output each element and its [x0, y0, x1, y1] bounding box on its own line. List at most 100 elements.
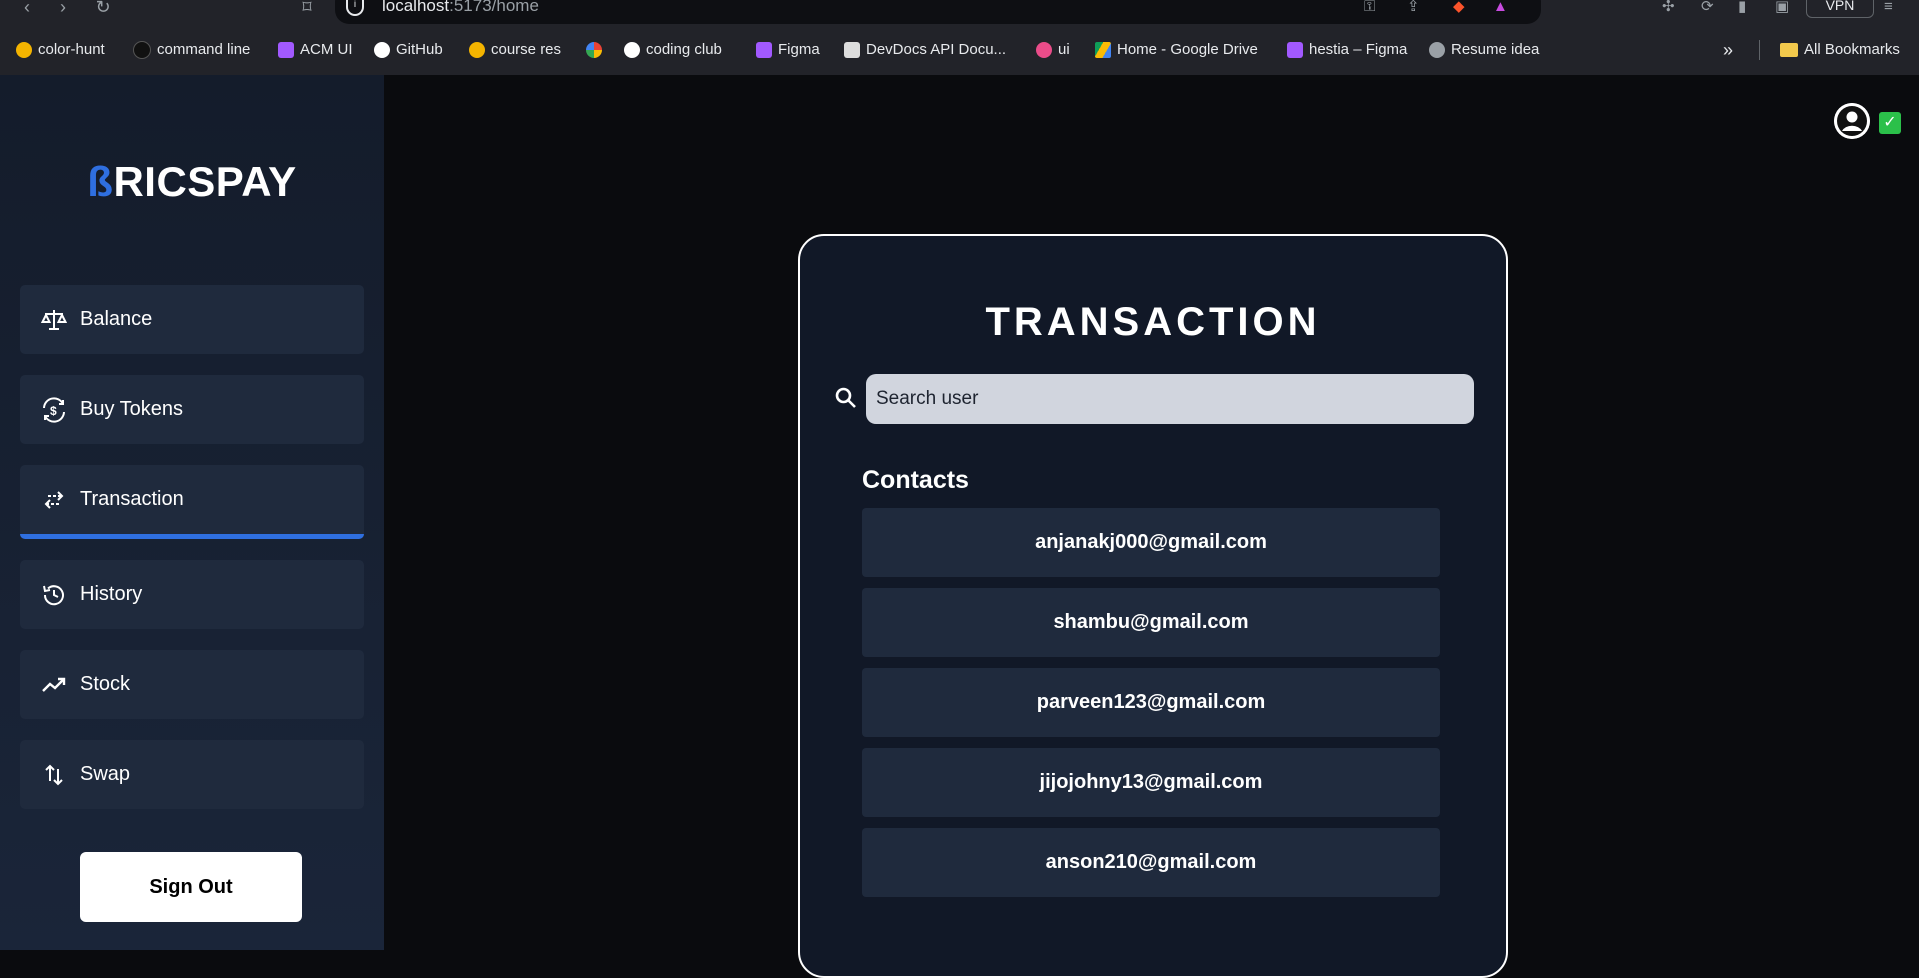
bookmark-item[interactable]: color-hunt — [16, 39, 105, 61]
bookmark-item[interactable]: Figma — [756, 39, 820, 61]
sidebar: ßRICSPAY Balance $ Buy Tokens Transactio… — [0, 75, 384, 950]
menu-icon[interactable]: ≡ — [1884, 0, 1893, 16]
sidebar-item-label: Transaction — [80, 488, 184, 510]
bookmark-item[interactable] — [586, 39, 602, 61]
history-icon — [40, 581, 68, 609]
swap-vertical-icon — [40, 761, 68, 789]
bookmark-item[interactable]: DevDocs API Docu... — [844, 39, 1006, 61]
more-bookmarks-icon[interactable]: » — [1723, 39, 1733, 61]
devdocs-icon — [844, 42, 860, 58]
figma-icon — [278, 42, 294, 58]
trending-up-icon — [40, 671, 68, 699]
logo-mark: ß — [87, 158, 114, 205]
bookmark-item[interactable]: command line — [133, 39, 250, 61]
password-key-icon[interactable]: ⚿ — [1364, 0, 1375, 16]
bookmark-label: Home - Google Drive — [1117, 41, 1258, 58]
vpn-button[interactable]: VPN — [1806, 0, 1874, 18]
sign-out-button[interactable]: Sign Out — [80, 852, 302, 922]
scale-icon — [40, 306, 68, 334]
figma-icon — [1287, 42, 1303, 58]
bookmark-label: hestia – Figma — [1309, 41, 1408, 58]
transaction-card: TRANSACTION Contacts anjanakj000@gmail.c… — [798, 234, 1508, 978]
contact-item[interactable]: anjanakj000@gmail.com — [862, 508, 1440, 577]
search-icon[interactable] — [834, 386, 858, 410]
bookmark-label: course res — [491, 41, 562, 58]
bookmark-item[interactable]: Resume idea — [1429, 39, 1539, 61]
back-icon[interactable]: ‹ — [16, 0, 38, 18]
all-bookmarks-label: All Bookmarks — [1804, 41, 1900, 58]
google-photos-icon — [586, 42, 602, 58]
contacts-heading: Contacts — [862, 466, 969, 494]
contact-item[interactable]: parveen123@gmail.com — [862, 668, 1440, 737]
bookmark-label: coding club — [646, 41, 722, 58]
sidebar-item-stock[interactable]: Stock — [20, 650, 364, 719]
brave-shield-icon[interactable]: ◆ — [1453, 0, 1465, 16]
bookmark-label: ACM UI — [300, 41, 353, 58]
token-exchange-icon: $ — [40, 396, 68, 424]
bookmark-label: ui — [1058, 41, 1070, 58]
sync-icon[interactable]: ⟳ — [1701, 0, 1714, 16]
all-bookmarks-button[interactable]: All Bookmarks — [1780, 39, 1900, 61]
bookmark-item[interactable]: GitHub — [374, 39, 443, 61]
search-input[interactable] — [866, 374, 1474, 424]
bookmark-item[interactable]: coding club — [624, 39, 722, 61]
url-text[interactable]: localhost:5173/home — [382, 0, 539, 16]
command-line-icon — [133, 41, 151, 59]
brave-rewards-icon[interactable]: ▲ — [1493, 0, 1508, 16]
github-icon — [374, 42, 390, 58]
bookmark-label: GitHub — [396, 41, 443, 58]
verified-check-icon: ✓ — [1879, 112, 1901, 134]
contact-item[interactable]: jijojohny13@gmail.com — [862, 748, 1440, 817]
sidebar-item-label: History — [80, 583, 143, 605]
sidebar-item-buy-tokens[interactable]: $ Buy Tokens — [20, 375, 364, 444]
sidebar-item-swap[interactable]: Swap — [20, 740, 364, 809]
forward-icon[interactable]: › — [52, 0, 74, 18]
brand-logo: ßRICSPAY — [0, 158, 384, 206]
bookmark-label: command line — [157, 41, 251, 58]
sidebar-item-label: Stock — [80, 673, 131, 695]
bookmark-label: DevDocs API Docu... — [866, 41, 1007, 58]
bookmark-item[interactable]: ui — [1036, 39, 1070, 61]
wallet-icon[interactable]: ▣ — [1775, 0, 1789, 16]
browser-toolbar: ‹ › ↻ ⌑ i localhost:5173/home ⚿ ⇪ ◆ ▲ ✣ … — [0, 0, 1919, 28]
sidebar-item-history[interactable]: History — [20, 560, 364, 629]
bookmark-item[interactable]: hestia – Figma — [1287, 39, 1407, 61]
extensions-icon[interactable]: ✣ — [1662, 0, 1675, 16]
sidebar-item-label: Swap — [80, 763, 131, 785]
browser-chrome: ‹ › ↻ ⌑ i localhost:5173/home ⚿ ⇪ ◆ ▲ ✣ … — [0, 0, 1919, 75]
sidebar-item-balance[interactable]: Balance — [20, 285, 364, 354]
sidebar-toggle-icon[interactable]: ▮ — [1738, 0, 1746, 16]
page-title: TRANSACTION — [985, 300, 1321, 344]
bookmarks-bar: color-hunt command line ACM UI GitHub co… — [0, 36, 1919, 64]
google-drive-icon — [1095, 42, 1111, 58]
bookmark-item[interactable]: ACM UI — [278, 39, 353, 61]
bookmark-label: Resume idea — [1451, 41, 1540, 58]
folder-icon — [1780, 43, 1798, 57]
globe-icon — [1429, 42, 1445, 58]
bookmark-icon[interactable]: ⌑ — [296, 0, 318, 18]
bookmark-label: Figma — [778, 41, 820, 58]
vpn-label: VPN — [1825, 0, 1855, 13]
url-path: :5173/home — [449, 0, 539, 15]
reload-icon[interactable]: ↻ — [92, 0, 114, 18]
url-host: localhost — [382, 0, 450, 15]
bookmark-label: color-hunt — [38, 41, 105, 58]
transfer-arrows-icon — [40, 486, 68, 514]
github-icon — [624, 42, 640, 58]
sidebar-item-label: Balance — [80, 308, 153, 330]
contact-item[interactable]: shambu@gmail.com — [862, 588, 1440, 657]
bookmark-item[interactable]: course res — [469, 39, 561, 61]
bookmark-item[interactable]: Home - Google Drive — [1095, 39, 1258, 61]
svg-text:$: $ — [50, 404, 57, 418]
user-avatar-icon[interactable] — [1834, 103, 1870, 139]
course-res-icon — [469, 42, 485, 58]
bookmarks-divider — [1759, 40, 1760, 60]
figma-icon — [756, 42, 772, 58]
logo-text: RICSPAY — [113, 158, 297, 205]
sidebar-item-label: Buy Tokens — [80, 398, 184, 420]
color-hunt-icon — [16, 42, 32, 58]
dribbble-icon — [1036, 42, 1052, 58]
share-icon[interactable]: ⇪ — [1407, 0, 1420, 16]
sidebar-item-transaction[interactable]: Transaction — [20, 465, 364, 539]
contact-item[interactable]: anson210@gmail.com — [862, 828, 1440, 897]
